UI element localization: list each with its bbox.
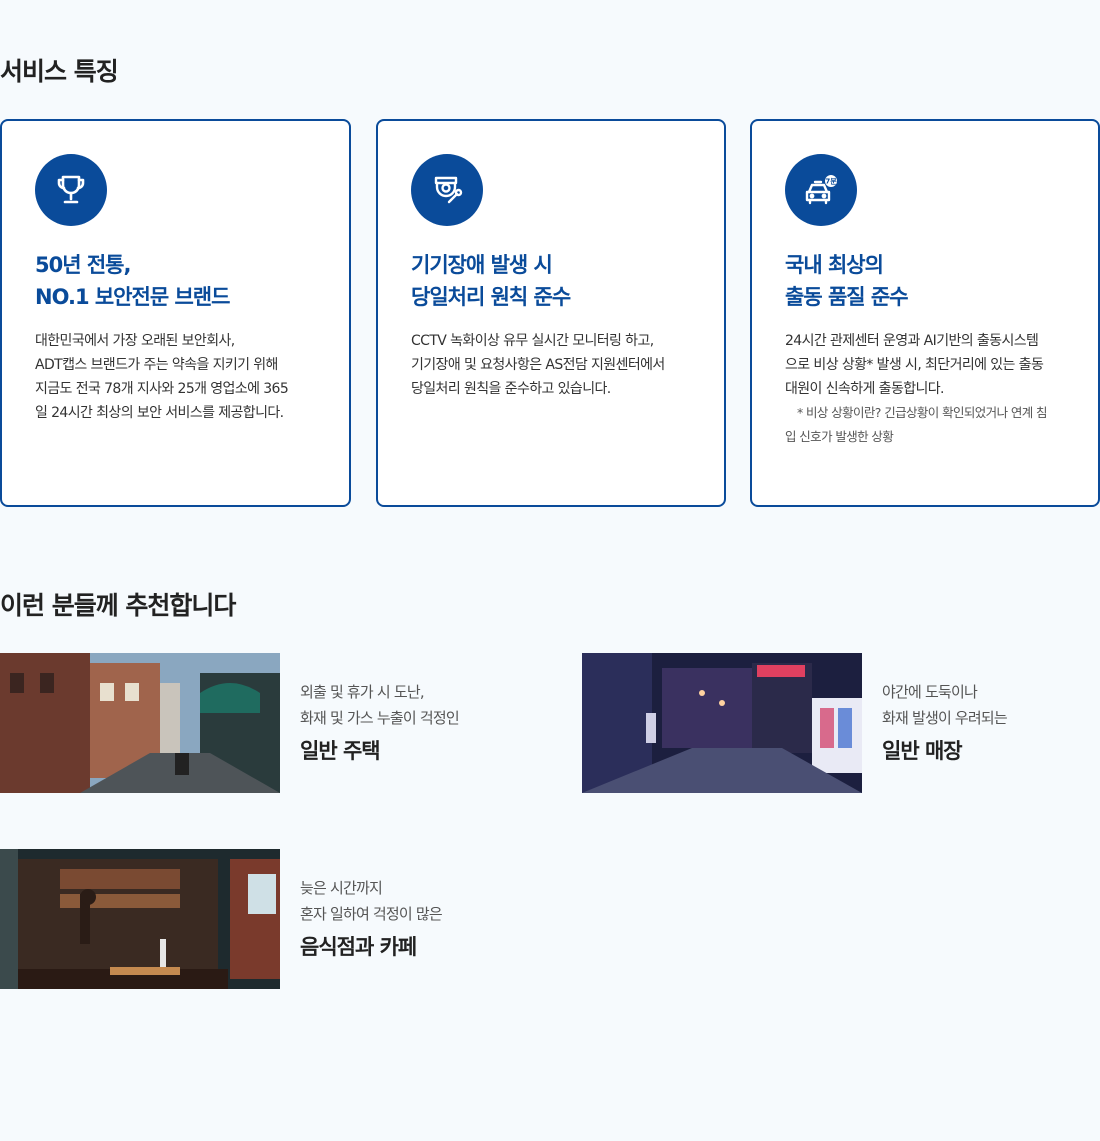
recommend-sub-line: 화재 및 가스 누출이 걱정인 — [300, 709, 460, 727]
page: 서비스 특징 50년 전통, NO.1 보안전문 브랜드 대한민국에서 가장 오… — [0, 0, 1100, 1141]
recommend-item-text: 외출 및 휴가 시 도난, 화재 및 가스 누출이 걱정인 일반 주택 — [300, 679, 560, 765]
recommend-sub-line: 외출 및 휴가 시 도난, — [300, 683, 425, 701]
recommend-sub-line: 화재 발생이 우려되는 — [882, 709, 1008, 727]
recommend-section-title: 이런 분들께 추천합니다 — [0, 591, 236, 620]
feature-card-heading: 국내 최상의 출동 품질 준수 — [785, 249, 909, 313]
trophy-icon — [35, 154, 107, 226]
recommend-item-text: 늦은 시간까지 혼자 일하여 걱정이 많은 음식점과 카페 — [300, 875, 560, 961]
description-line: 기기장애 및 요청사항은 AS전담 지원센터에서 — [411, 357, 665, 373]
recommend-item-text: 야간에 도둑이나 화재 발생이 우려되는 일반 매장 — [882, 679, 1100, 765]
feature-card-description: 24시간 관제센터 운영과 AI기반의 출동시스템 으로 비상 상황* 발생 시… — [785, 329, 1085, 449]
recommend-sub-line: 야간에 도둑이나 — [882, 683, 978, 701]
recommend-target: 일반 매장 — [882, 739, 963, 763]
description-line: 일 24시간 최상의 보안 서비스를 제공합니다. — [35, 405, 284, 421]
description-line: 대한민국에서 가장 오래된 보안회사, — [35, 333, 235, 349]
heading-line: 당일처리 원칙 준수 — [411, 285, 571, 309]
cctv-wrench-icon — [411, 154, 483, 226]
feature-card-repair: 기기장애 발생 시 당일처리 원칙 준수 CCTV 녹화이상 유무 실시간 모니… — [376, 119, 726, 507]
feature-card-heading: 기기장애 발생 시 당일처리 원칙 준수 — [411, 249, 571, 313]
cafe-window-photo — [0, 849, 280, 989]
dispatch-car-icon: 7분 — [785, 154, 857, 226]
footnote-line: 입 신호가 발생한 상황 — [785, 429, 894, 444]
recommend-sub-line: 늦은 시간까지 — [300, 879, 383, 897]
description-line: 으로 비상 상황* 발생 시, 최단거리에 있는 출동 — [785, 357, 1044, 373]
heading-line: 국내 최상의 — [785, 253, 884, 277]
night-street-photo — [582, 653, 862, 793]
recommend-sub-line: 혼자 일하여 걱정이 많은 — [300, 905, 443, 923]
heading-line: 50년 전통, — [35, 253, 131, 277]
description-line: 당일처리 원칙을 준수하고 있습니다. — [411, 381, 611, 397]
heading-line: 기기장애 발생 시 — [411, 253, 553, 277]
recommend-target: 음식점과 카페 — [300, 935, 417, 959]
heading-line: 출동 품질 준수 — [785, 285, 909, 309]
feature-card-description: CCTV 녹화이상 유무 실시간 모니터링 하고, 기기장애 및 요청사항은 A… — [411, 329, 711, 401]
recommend-target: 일반 주택 — [300, 739, 381, 763]
features-section-title: 서비스 특징 — [0, 57, 119, 86]
description-line: ADT캡스 브랜드가 주는 약속을 지키기 위해 — [35, 357, 278, 373]
feature-card-heading: 50년 전통, NO.1 보안전문 브랜드 — [35, 249, 230, 313]
description-line: 지금도 전국 78개 지사와 25개 영업소에 365 — [35, 381, 289, 397]
footnote-line: * 비상 상황이란? 긴급상황이 확인되었거나 연계 침 — [797, 405, 1048, 420]
dispatch-badge: 7분 — [825, 177, 837, 186]
feature-card-dispatch: 7분 국내 최상의 출동 품질 준수 24시간 관제센터 운영과 AI기반의 출… — [750, 119, 1100, 507]
heading-line: NO.1 보안전문 브랜드 — [35, 285, 230, 309]
feature-card-tradition: 50년 전통, NO.1 보안전문 브랜드 대한민국에서 가장 오래된 보안회사… — [0, 119, 351, 507]
description-line: 24시간 관제센터 운영과 AI기반의 출동시스템 — [785, 333, 1039, 349]
house-alley-photo — [0, 653, 280, 793]
description-line: 대원이 신속하게 출동합니다. — [785, 381, 945, 397]
description-line: CCTV 녹화이상 유무 실시간 모니터링 하고, — [411, 333, 654, 349]
feature-card-description: 대한민국에서 가장 오래된 보안회사, ADT캡스 브랜드가 주는 약속을 지키… — [35, 329, 335, 425]
